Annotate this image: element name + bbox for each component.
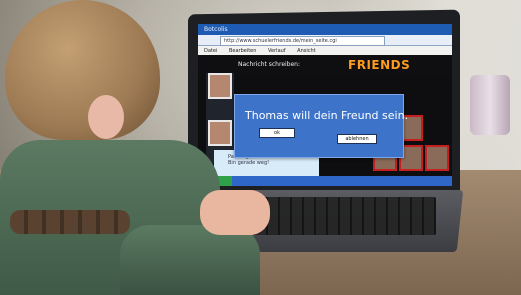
hair [5,0,160,140]
dialog-message: Thomas will dein Freund sein. [245,109,409,122]
mug [470,75,510,135]
reject-button[interactable]: ablehnen [337,134,377,144]
browser-urlbar: http://www.schuelerfriends.de/mein_seite… [198,35,452,46]
ear [88,95,124,139]
address-field[interactable]: http://www.schuelerfriends.de/mein_seite… [220,36,385,46]
photo-scene: Botcolis http://www.schuelerfriends.de/m… [0,0,521,295]
child [0,0,270,295]
menu-item-bearbeiten[interactable]: Bearbeiten [229,48,256,54]
hand [200,190,270,235]
friend-request-dialog: Thomas will dein Freund sein. ok ablehne… [234,94,409,158]
menu-item-verlauf[interactable]: Verlauf [268,48,286,54]
friends-logo: FRIENDS [348,58,411,72]
page-heading: Nachricht schreiben: [238,61,301,68]
ok-button[interactable]: ok [259,128,295,138]
beads-toy [10,210,130,234]
page-header [198,55,452,77]
message-line: Bin gerade weg! [228,160,270,166]
taskbar: Start [198,176,452,186]
arm-sleeve [120,225,260,295]
browser-titlebar: Botcolis [198,24,452,35]
friend-tile[interactable] [425,145,449,171]
menu-item-ansicht[interactable]: Ansicht [297,48,315,54]
